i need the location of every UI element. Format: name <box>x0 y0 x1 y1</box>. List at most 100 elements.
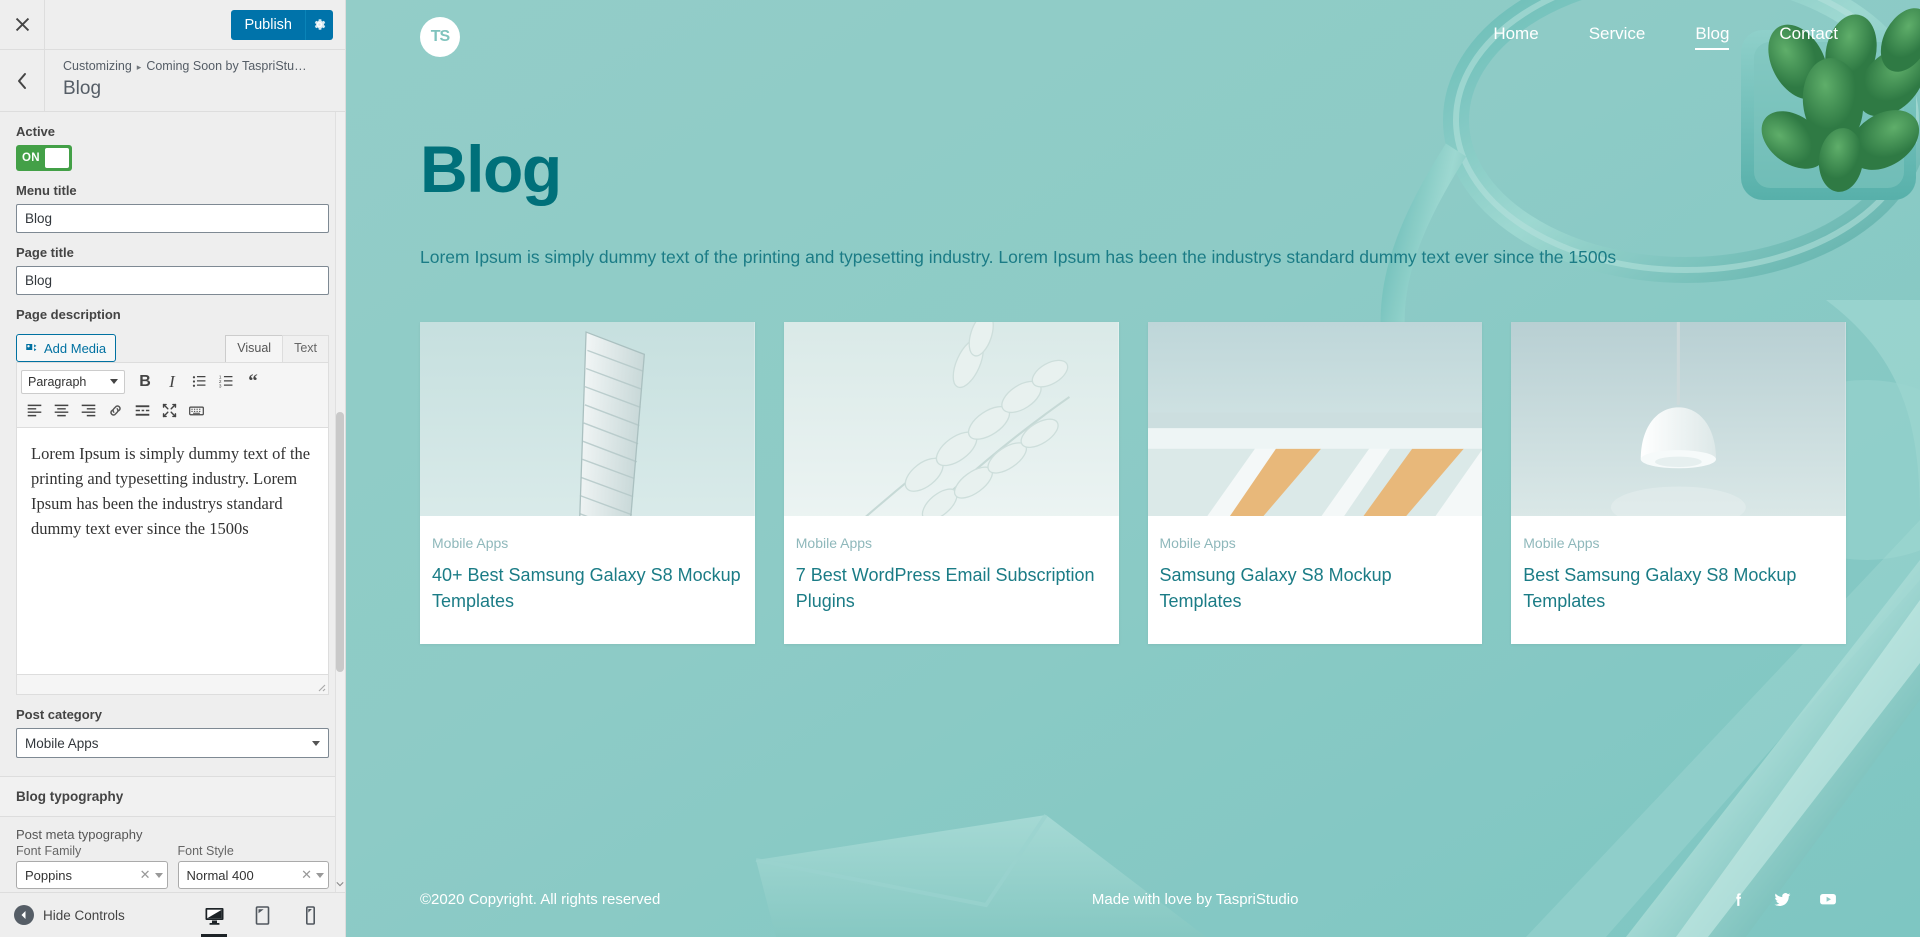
chevron-left-icon <box>21 911 26 919</box>
fullscreen-button[interactable] <box>156 398 182 424</box>
control-page-description: Page description Add Media Visual Text P… <box>0 307 345 695</box>
nav-item-service[interactable]: Service <box>1589 24 1646 50</box>
resize-handle-icon[interactable] <box>314 680 326 692</box>
align-left-icon <box>27 404 41 417</box>
editor-content-area[interactable]: Lorem Ipsum is simply dummy text of the … <box>16 427 329 675</box>
card-image-skyscraper <box>420 322 755 516</box>
tab-visual[interactable]: Visual <box>225 335 284 362</box>
nav-item-contact[interactable]: Contact <box>1779 24 1838 50</box>
gear-icon <box>314 19 326 30</box>
blog-page-subtitle: Lorem Ipsum is simply dummy text of the … <box>420 247 1617 267</box>
add-media-button[interactable]: Add Media <box>16 334 117 362</box>
bold-button[interactable]: B <box>132 369 158 395</box>
youtube-link[interactable] <box>1818 889 1838 909</box>
blog-card[interactable]: Mobile Apps Best Samsung Galaxy S8 Mocku… <box>1511 322 1846 644</box>
align-left-button[interactable] <box>21 398 47 424</box>
chevron-down-icon <box>312 740 320 746</box>
section-blog-typography[interactable]: Blog typography <box>0 776 345 817</box>
blog-card[interactable]: Mobile Apps 40+ Best Samsung Galaxy S8 M… <box>420 322 755 644</box>
nav-item-home[interactable]: Home <box>1493 24 1538 50</box>
sidebar-scrollbar-thumb[interactable] <box>336 412 344 672</box>
card-category[interactable]: Mobile Apps <box>796 535 1107 551</box>
toolbar-toggle-button[interactable] <box>183 398 209 424</box>
font-style-select[interactable]: Normal 400 ✕ <box>177 861 329 889</box>
numbered-list-button[interactable]: 1 2 3 <box>213 369 239 395</box>
align-right-icon <box>81 404 95 417</box>
publish-button[interactable]: Publish <box>231 9 305 40</box>
close-customizer-button[interactable] <box>0 0 45 49</box>
font-family-control: Font Family Poppins ✕ <box>16 844 168 889</box>
page-description-label: Page description <box>16 307 121 322</box>
font-controls-row: Font Family Poppins ✕ Font Style Normal … <box>0 844 345 889</box>
desktop-icon <box>205 907 223 925</box>
customizer-panel: Publish Customizing ▸ Coming Soon by Taspr… <box>0 0 346 937</box>
twitter-link[interactable] <box>1773 890 1792 909</box>
device-tablet-button[interactable] <box>241 893 283 937</box>
footer-copyright: ©2020 Copyright. All rights reserved <box>420 890 661 908</box>
chevron-down-icon <box>154 872 163 878</box>
card-category[interactable]: Mobile Apps <box>1523 535 1834 551</box>
blog-card[interactable]: Mobile Apps Samsung Galaxy S8 Mockup Tem… <box>1147 322 1483 644</box>
panel-title-block: Customizing ▸ Coming Soon by TaspriStu… Bl… <box>45 50 345 111</box>
link-button[interactable] <box>102 398 128 424</box>
card-image-eucalyptus <box>783 322 1119 516</box>
publish-settings-button[interactable] <box>305 9 333 40</box>
footer-credit: Made with love by TaspriStudio <box>1091 890 1299 908</box>
device-mobile-button[interactable] <box>289 893 331 937</box>
blockquote-icon: “ <box>248 371 258 392</box>
page-title-input[interactable] <box>16 266 329 295</box>
site-footer: ©2020 Copyright. All rights reserved Mad… <box>346 861 1920 937</box>
clear-icon[interactable]: ✕ <box>136 867 155 883</box>
clear-icon[interactable]: ✕ <box>297 867 316 883</box>
card-title[interactable]: Best Samsung Galaxy S8 Mockup Templates <box>1523 562 1834 614</box>
editor-status-bar <box>16 675 329 695</box>
align-right-button[interactable] <box>75 398 101 424</box>
facebook-link[interactable] <box>1730 891 1747 908</box>
breadcrumb-root: Customizing <box>63 59 132 73</box>
page-title-label: Page title <box>16 245 74 260</box>
align-center-icon <box>54 404 68 417</box>
back-button[interactable] <box>0 50 45 111</box>
italic-button[interactable]: I <box>159 369 185 395</box>
tab-text[interactable]: Text <box>282 335 329 362</box>
card-category[interactable]: Mobile Apps <box>432 535 743 551</box>
post-category-select[interactable]: Mobile Apps <box>16 728 329 758</box>
active-toggle[interactable]: ON <box>16 145 72 171</box>
skyscraper-illustration <box>420 322 755 516</box>
read-more-button[interactable] <box>129 398 155 424</box>
font-style-label: Font Style <box>177 844 234 858</box>
tablet-icon <box>255 905 269 925</box>
device-desktop-button[interactable] <box>193 893 235 937</box>
card-title[interactable]: 7 Best WordPress Email Subscription Plug… <box>796 562 1107 614</box>
menu-title-input[interactable] <box>16 204 329 233</box>
sidebar-scrollbar[interactable] <box>335 112 345 892</box>
blog-card[interactable]: Mobile Apps 7 Best WordPress Email Subsc… <box>783 322 1119 644</box>
logo-text: TS <box>430 28 450 45</box>
card-image-architecture <box>1147 322 1483 516</box>
format-select[interactable]: Paragraph <box>21 369 125 394</box>
align-center-button[interactable] <box>48 398 74 424</box>
site-logo[interactable]: TS <box>420 17 460 57</box>
site-preview: TS Home Service Blog Contact Blog Lorem … <box>346 0 1920 937</box>
svg-text:3: 3 <box>218 383 221 388</box>
font-family-label: Font Family <box>16 844 82 858</box>
nav-item-blog[interactable]: Blog <box>1695 24 1730 50</box>
menu-title-label: Menu title <box>16 183 77 198</box>
hide-controls-button[interactable]: Hide Controls <box>14 905 125 925</box>
facebook-icon <box>1736 892 1742 906</box>
font-family-select[interactable]: Poppins ✕ <box>16 861 168 889</box>
card-title[interactable]: 40+ Best Samsung Galaxy S8 Mockup Templa… <box>432 562 743 614</box>
bulleted-list-button[interactable] <box>186 369 212 395</box>
card-category[interactable]: Mobile Apps <box>1160 535 1471 551</box>
numbered-list-icon: 1 2 3 <box>218 375 232 388</box>
blockquote-button[interactable]: “ <box>240 369 266 395</box>
scroll-down-button[interactable] <box>335 876 345 892</box>
header-spacer <box>45 0 231 49</box>
read-more-icon <box>135 405 149 416</box>
card-title[interactable]: Samsung Galaxy S8 Mockup Templates <box>1160 562 1471 614</box>
customizer-title-bar: Customizing ▸ Coming Soon by TaspriStu… Bl… <box>0 50 345 112</box>
architecture-illustration <box>1147 322 1483 516</box>
page-title: Blog <box>63 78 102 99</box>
device-preview-buttons <box>193 893 331 937</box>
customizer-scroll-content: Active ON Menu title Page title Page des… <box>0 124 345 889</box>
